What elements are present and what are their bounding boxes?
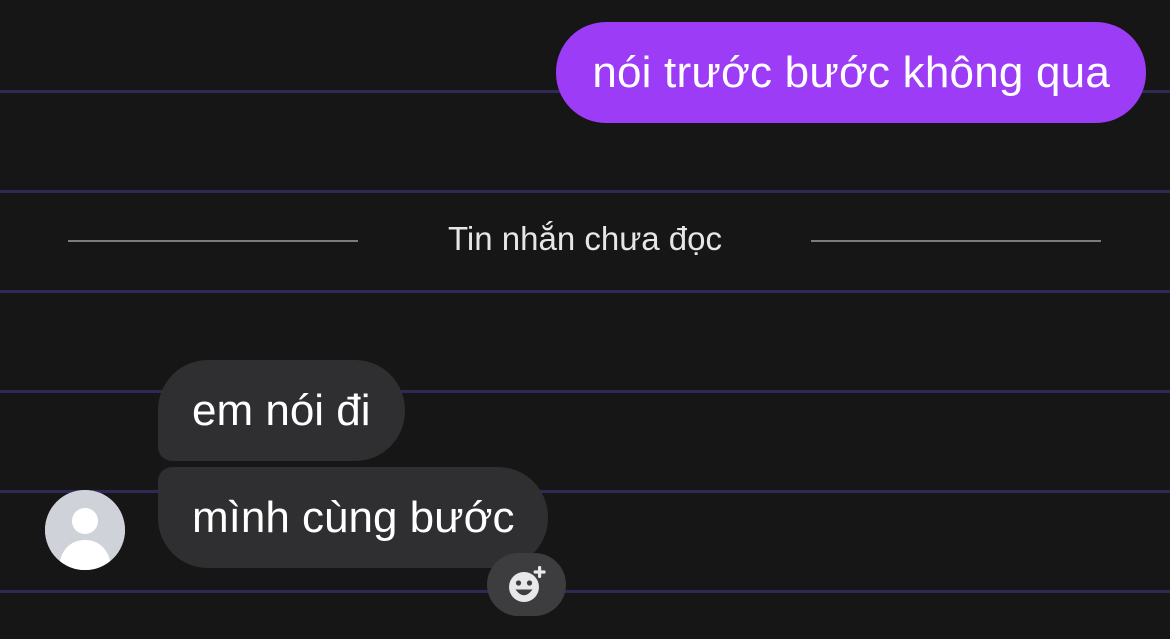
divider-line-right bbox=[811, 240, 1101, 242]
sender-avatar[interactable] bbox=[45, 490, 125, 570]
incoming-message-text: em nói đi bbox=[192, 385, 371, 435]
chat-thread: nói trước bước không qua Tin nhắn chưa đ… bbox=[0, 0, 1170, 639]
incoming-message-bubble[interactable]: em nói đi bbox=[158, 360, 405, 461]
outgoing-message-bubble[interactable]: nói trước bước không qua bbox=[556, 22, 1146, 123]
incoming-message-text: mình cùng bước bbox=[192, 492, 515, 542]
incoming-message-bubble[interactable]: mình cùng bước bbox=[158, 467, 549, 568]
add-reaction-button[interactable] bbox=[487, 553, 566, 616]
unread-divider-label: Tin nhắn chưa đọc bbox=[447, 220, 723, 257]
add-reaction-smiley-icon bbox=[508, 565, 546, 602]
default-person-avatar-icon bbox=[45, 490, 125, 570]
outgoing-message-text: nói trước bước không qua bbox=[592, 47, 1110, 97]
unread-divider: Tin nhắn chưa đọc bbox=[0, 218, 1170, 264]
